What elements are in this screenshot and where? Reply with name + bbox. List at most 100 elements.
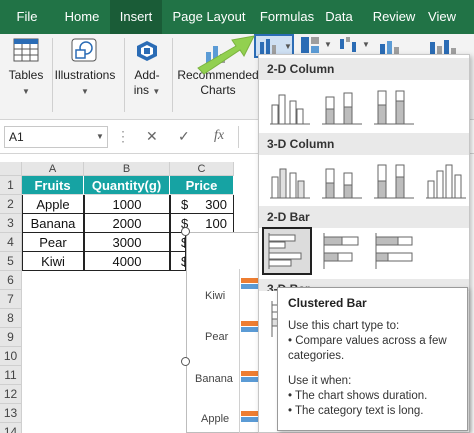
row-header[interactable]: 5	[0, 252, 22, 271]
addins-icon	[137, 41, 157, 61]
cell-quantity[interactable]: 3000	[84, 233, 170, 252]
illustrations-button[interactable]: Illustrations ▼	[54, 34, 116, 114]
column-header-c[interactable]: C	[170, 162, 234, 176]
chart-axis	[239, 269, 240, 433]
enter-icon[interactable]: ✓	[178, 128, 190, 145]
highlight-arrow	[197, 35, 255, 75]
ribbon-separator	[52, 38, 53, 112]
cell-price[interactable]: $ 300	[170, 195, 234, 214]
tables-label: Tables	[8, 68, 44, 82]
row-header[interactable]: 7	[0, 290, 22, 309]
chart-category-label: Kiwi	[205, 290, 226, 302]
stacked-column-icon	[322, 92, 362, 125]
100-stacked-column-icon	[374, 90, 414, 125]
currency-symbol: $	[181, 197, 189, 212]
row-header[interactable]: 9	[0, 328, 22, 347]
name-box[interactable]: A1	[4, 126, 108, 148]
addins-label: Add-	[134, 68, 160, 82]
section-3d-column: 3-D Column	[259, 133, 469, 155]
header-cell-price[interactable]: Price	[170, 176, 234, 195]
tooltip-text: • The chart shows duration.	[288, 390, 428, 402]
row-header[interactable]: 3	[0, 214, 22, 233]
insert-function-icon[interactable]: fx	[214, 128, 224, 144]
chevron-down-icon: ▼	[284, 42, 292, 51]
cell-fruit[interactable]: Kiwi	[22, 252, 84, 271]
row-header[interactable]: 4	[0, 233, 22, 252]
row-header[interactable]: 6	[0, 271, 22, 290]
ribbon-tab-bar: File Home Insert Page Layout Formulas Da…	[0, 0, 474, 34]
chart-category-label: Apple	[201, 413, 230, 425]
3d-column-option[interactable]	[421, 157, 471, 205]
section-2d-bar: 2-D Bar	[259, 206, 469, 228]
tab-formulas[interactable]: Formulas	[250, 0, 324, 34]
clustered-column-option[interactable]	[265, 83, 315, 131]
stacked-bar-option[interactable]	[317, 227, 367, 275]
insert-hierarchy-chart-button[interactable]: ▼	[300, 36, 334, 56]
chart-category-label: Banana	[195, 373, 233, 385]
ribbon-separator	[172, 38, 173, 112]
cell-fruit[interactable]: Apple	[22, 195, 84, 214]
more-options-icon[interactable]: ⋮	[116, 128, 130, 145]
3d-100-stacked-column-option[interactable]	[369, 157, 419, 205]
row-header[interactable]: 1	[0, 176, 22, 195]
tab-file[interactable]: File	[8, 0, 46, 34]
tab-view[interactable]: View	[420, 0, 464, 34]
column-header-b[interactable]: B	[84, 162, 170, 176]
3d-clustered-column-icon	[270, 168, 310, 199]
price-value: 100	[205, 216, 227, 231]
tooltip-text: Use this chart type to:	[288, 320, 400, 332]
cell-fruit[interactable]: Banana	[22, 214, 84, 233]
resize-handle[interactable]	[181, 357, 190, 366]
100-stacked-bar-option[interactable]	[369, 227, 419, 275]
clustered-bar-option[interactable]	[262, 227, 312, 275]
cell-quantity[interactable]: 4000	[84, 252, 170, 271]
chart-category-label: Pear	[205, 331, 229, 343]
tab-page-layout[interactable]: Page Layout	[166, 0, 252, 34]
table-icon	[13, 38, 39, 62]
cell-quantity[interactable]: 1000	[84, 195, 170, 214]
row-header[interactable]: 2	[0, 195, 22, 214]
waterfall-chart-icon	[340, 37, 356, 52]
cell-quantity[interactable]: 2000	[84, 214, 170, 233]
select-all-corner[interactable]	[0, 162, 22, 176]
chevron-down-icon: ▼	[152, 87, 161, 96]
tab-insert[interactable]: Insert	[110, 0, 162, 34]
header-cell-quantity[interactable]: Quantity(g)	[84, 176, 170, 195]
tables-button[interactable]: Tables ▼	[4, 34, 48, 114]
tab-review[interactable]: Review	[366, 0, 422, 34]
header-cell-fruits[interactable]: Fruits	[22, 176, 84, 195]
cancel-icon[interactable]: ✕	[146, 128, 158, 145]
cell-price[interactable]: $ 100	[170, 214, 234, 233]
tab-home[interactable]: Home	[58, 0, 106, 34]
stacked-bar-icon	[323, 233, 359, 269]
row-header[interactable]: 13	[0, 404, 22, 423]
row-header[interactable]: 10	[0, 347, 22, 366]
100-stacked-column-option[interactable]	[369, 83, 419, 131]
3d-clustered-column-option[interactable]	[265, 157, 315, 205]
stacked-column-option[interactable]	[317, 83, 367, 131]
row-header[interactable]: 11	[0, 366, 22, 385]
price-value: 300	[205, 197, 227, 212]
chevron-down-icon: ▼	[22, 87, 30, 96]
clustered-column-icon	[270, 94, 310, 125]
row-header[interactable]: 14	[0, 423, 22, 433]
insert-waterfall-chart-button[interactable]: ▼	[338, 36, 372, 56]
illustrations-label: Illustrations	[54, 68, 116, 82]
cell-fruit[interactable]: Pear	[22, 233, 84, 252]
tab-data[interactable]: Data	[318, 0, 360, 34]
column-header-a[interactable]: A	[22, 162, 84, 176]
chevron-down-icon[interactable]: ▼	[96, 132, 104, 141]
chevron-down-icon: ▼	[362, 40, 370, 49]
clustered-bar-icon	[268, 233, 302, 269]
recommended-charts-label-2: Charts	[200, 83, 236, 97]
tooltip-text: • Compare values across a few	[288, 335, 447, 347]
100-stacked-bar-icon	[375, 233, 413, 269]
row-header[interactable]: 8	[0, 309, 22, 328]
formula-input[interactable]	[238, 126, 258, 148]
tooltip-text: • The category text is long.	[288, 405, 424, 417]
cell-price[interactable]: $	[170, 252, 186, 271]
3d-stacked-column-option[interactable]	[317, 157, 367, 205]
row-header[interactable]: 12	[0, 385, 22, 404]
resize-handle[interactable]	[181, 227, 190, 236]
addins-button[interactable]: Add- ins ▼	[126, 34, 168, 114]
